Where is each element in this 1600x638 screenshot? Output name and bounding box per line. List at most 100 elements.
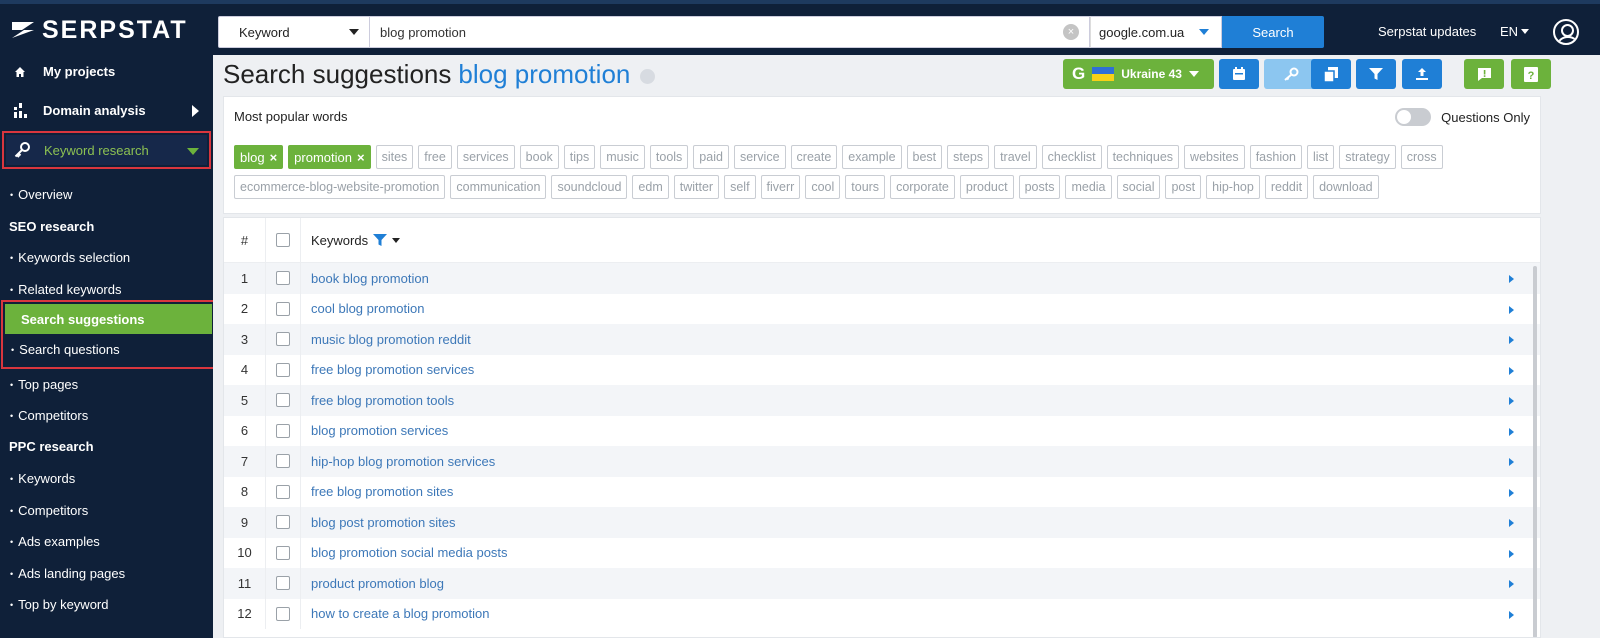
word-chip[interactable]: reddit (1264, 175, 1309, 199)
word-chip[interactable]: twitter (673, 175, 720, 199)
language-select[interactable]: EN (1500, 24, 1530, 39)
word-chip[interactable]: free (418, 145, 452, 169)
help-button[interactable]: ? (1511, 59, 1551, 89)
keyword-link[interactable]: free blog promotion services (311, 362, 474, 377)
row-checkbox[interactable] (276, 576, 290, 591)
word-chip[interactable]: post (1165, 175, 1202, 199)
sidebar-item-competitors[interactable]: Competitors (10, 408, 88, 423)
keyword-link[interactable]: blog post promotion sites (311, 515, 456, 530)
chevron-right-icon[interactable] (1509, 458, 1514, 466)
sidebar-item-keywords-selection[interactable]: Keywords selection (10, 250, 130, 265)
word-chip[interactable]: fiverr (760, 175, 801, 199)
calendar-button[interactable] (1219, 59, 1259, 89)
keyword-link[interactable]: book blog promotion (311, 271, 429, 286)
word-chip[interactable]: music (600, 145, 645, 169)
word-chip[interactable]: steps (947, 145, 990, 169)
word-chip[interactable]: strategy (1339, 145, 1396, 169)
export-button[interactable] (1402, 59, 1442, 89)
word-chip[interactable]: self (724, 175, 756, 199)
chevron-right-icon[interactable] (1509, 519, 1514, 527)
word-chip[interactable]: create (790, 145, 838, 169)
row-checkbox[interactable] (276, 332, 290, 347)
sidebar-item-search-suggestions[interactable]: Search suggestions (5, 304, 212, 334)
word-chip[interactable]: download (1313, 175, 1379, 199)
word-chip[interactable]: sites (375, 145, 414, 169)
keyword-link[interactable]: free blog promotion tools (311, 393, 454, 408)
chevron-right-icon[interactable] (1509, 336, 1514, 344)
word-chip[interactable]: product (959, 175, 1014, 199)
word-chip[interactable]: tools (649, 145, 689, 169)
word-chip[interactable]: services (456, 145, 515, 169)
sidebar-item-ads-landing-pages[interactable]: Ads landing pages (10, 566, 125, 581)
keyword-link[interactable]: product promotion blog (311, 576, 444, 591)
table-row[interactable]: 6 blog promotion services (224, 415, 1540, 446)
word-chip[interactable]: travel (994, 145, 1037, 169)
filter-icon[interactable] (373, 233, 388, 247)
sidebar-item-my-projects[interactable]: My projects (0, 56, 213, 87)
row-checkbox[interactable] (276, 301, 290, 316)
sidebar-item-overview[interactable]: Overview (10, 187, 72, 202)
row-checkbox[interactable] (276, 515, 290, 530)
clear-icon[interactable]: × (1063, 24, 1079, 40)
sidebar-item-search-questions[interactable]: Search questions (11, 342, 119, 357)
keyword-link[interactable]: music blog promotion reddit (311, 332, 471, 347)
chevron-right-icon[interactable] (1509, 366, 1514, 375)
table-row[interactable]: 9 blog post promotion sites (224, 507, 1540, 538)
search-input[interactable]: blog promotion × (370, 16, 1090, 48)
chevron-right-icon[interactable] (1509, 610, 1514, 619)
questions-only-toggle[interactable] (1395, 108, 1432, 126)
word-chip[interactable]: hip-hop (1206, 175, 1260, 199)
chevron-right-icon[interactable] (1509, 427, 1514, 436)
row-checkbox[interactable] (276, 545, 290, 560)
word-chip[interactable]: websites (1184, 145, 1245, 169)
chevron-right-icon[interactable] (1509, 397, 1514, 405)
close-icon[interactable]: × (357, 150, 365, 165)
sidebar-item-ppc-competitors[interactable]: Competitors (10, 503, 88, 518)
table-row[interactable]: 4 free blog promotion services (224, 354, 1540, 385)
word-chip[interactable]: corporate (890, 175, 955, 199)
table-row[interactable]: 5 free blog promotion tools (224, 385, 1540, 416)
row-checkbox[interactable] (276, 362, 290, 377)
serpstat-updates-link[interactable]: Serpstat updates (1378, 24, 1476, 39)
row-checkbox[interactable] (276, 271, 290, 286)
keyword-link[interactable]: blog promotion services (311, 423, 448, 438)
word-chip[interactable]: cross (1400, 145, 1443, 169)
chevron-down-icon[interactable] (392, 237, 401, 243)
word-chip[interactable]: best (906, 145, 943, 169)
search-engine-select[interactable]: google.com.ua (1090, 16, 1222, 48)
keyword-link[interactable]: how to create a blog promotion (311, 606, 490, 621)
search-button[interactable]: Search (1222, 16, 1324, 48)
word-chip[interactable]: checklist (1041, 145, 1102, 169)
sidebar-item-domain-analysis[interactable]: Domain analysis (0, 95, 213, 126)
table-row[interactable]: 10 blog promotion social media posts (224, 537, 1540, 568)
info-icon[interactable] (640, 69, 656, 84)
user-avatar-icon[interactable] (1553, 19, 1579, 45)
word-chip[interactable]: tips (563, 145, 596, 169)
word-chip[interactable]: book (519, 145, 559, 169)
chevron-right-icon[interactable] (1509, 305, 1514, 314)
word-chip-selected[interactable]: promotion × (288, 145, 371, 169)
chevron-right-icon[interactable] (1509, 549, 1514, 558)
word-chip[interactable]: media (1065, 175, 1112, 199)
table-row[interactable]: 2 cool blog promotion (224, 293, 1540, 324)
chevron-right-icon[interactable] (1509, 275, 1514, 283)
word-chip[interactable]: service (733, 145, 786, 169)
row-checkbox[interactable] (276, 393, 290, 408)
word-chip[interactable]: edm (632, 175, 669, 199)
word-chip[interactable]: tours (845, 175, 886, 199)
sidebar-item-top-pages[interactable]: Top pages (10, 377, 78, 392)
close-icon[interactable]: × (270, 150, 278, 165)
sidebar-item-keyword-research[interactable]: Keyword research (2, 131, 211, 169)
table-row[interactable]: 1 book blog promotion (224, 263, 1540, 294)
select-all-checkbox[interactable] (276, 233, 290, 247)
keyword-link[interactable]: cool blog promotion (311, 301, 424, 316)
chevron-right-icon[interactable] (1509, 488, 1514, 497)
serpstat-logo[interactable]: SERPSTAT (10, 16, 188, 44)
word-chip-selected[interactable]: blog × (234, 145, 284, 169)
word-chip[interactable]: communication (450, 175, 547, 199)
sidebar-item-ppc-keywords[interactable]: Keywords (10, 471, 75, 486)
feedback-button[interactable] (1464, 59, 1504, 89)
word-chip[interactable]: ecommerce-blog-website-promotion (234, 175, 446, 199)
word-chip[interactable]: paid (693, 145, 729, 169)
word-chip[interactable]: fashion (1249, 145, 1302, 169)
